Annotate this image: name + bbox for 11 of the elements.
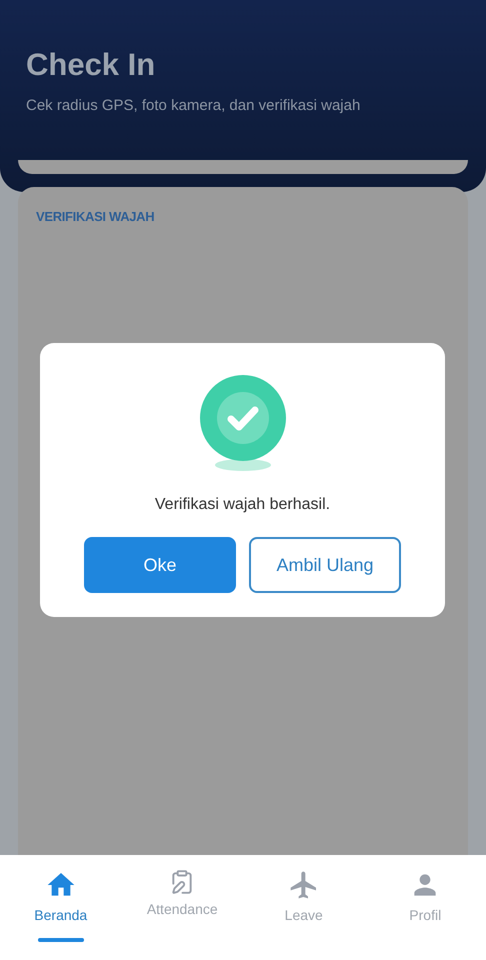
nav-tab[interactable]: Beranda [34, 869, 88, 926]
dialog-message: Verifikasi wajah berhasil. [154, 495, 330, 515]
active-indicator [38, 938, 84, 942]
nav-tab[interactable]: Profil [409, 869, 442, 926]
confirm-button[interactable]: Oke [84, 537, 236, 593]
page-title: Check In [26, 46, 156, 84]
nav-tab[interactable]: Leave [284, 869, 323, 926]
retake-button[interactable]: Ambil Ulang [249, 537, 401, 593]
nav-tab[interactable]: Attendance [146, 869, 218, 920]
section-label: VERIFIKASI WAJAH [36, 208, 156, 226]
page-subtitle: Cek radius GPS, foto kamera, dan verifikasi wajah [26, 96, 362, 116]
